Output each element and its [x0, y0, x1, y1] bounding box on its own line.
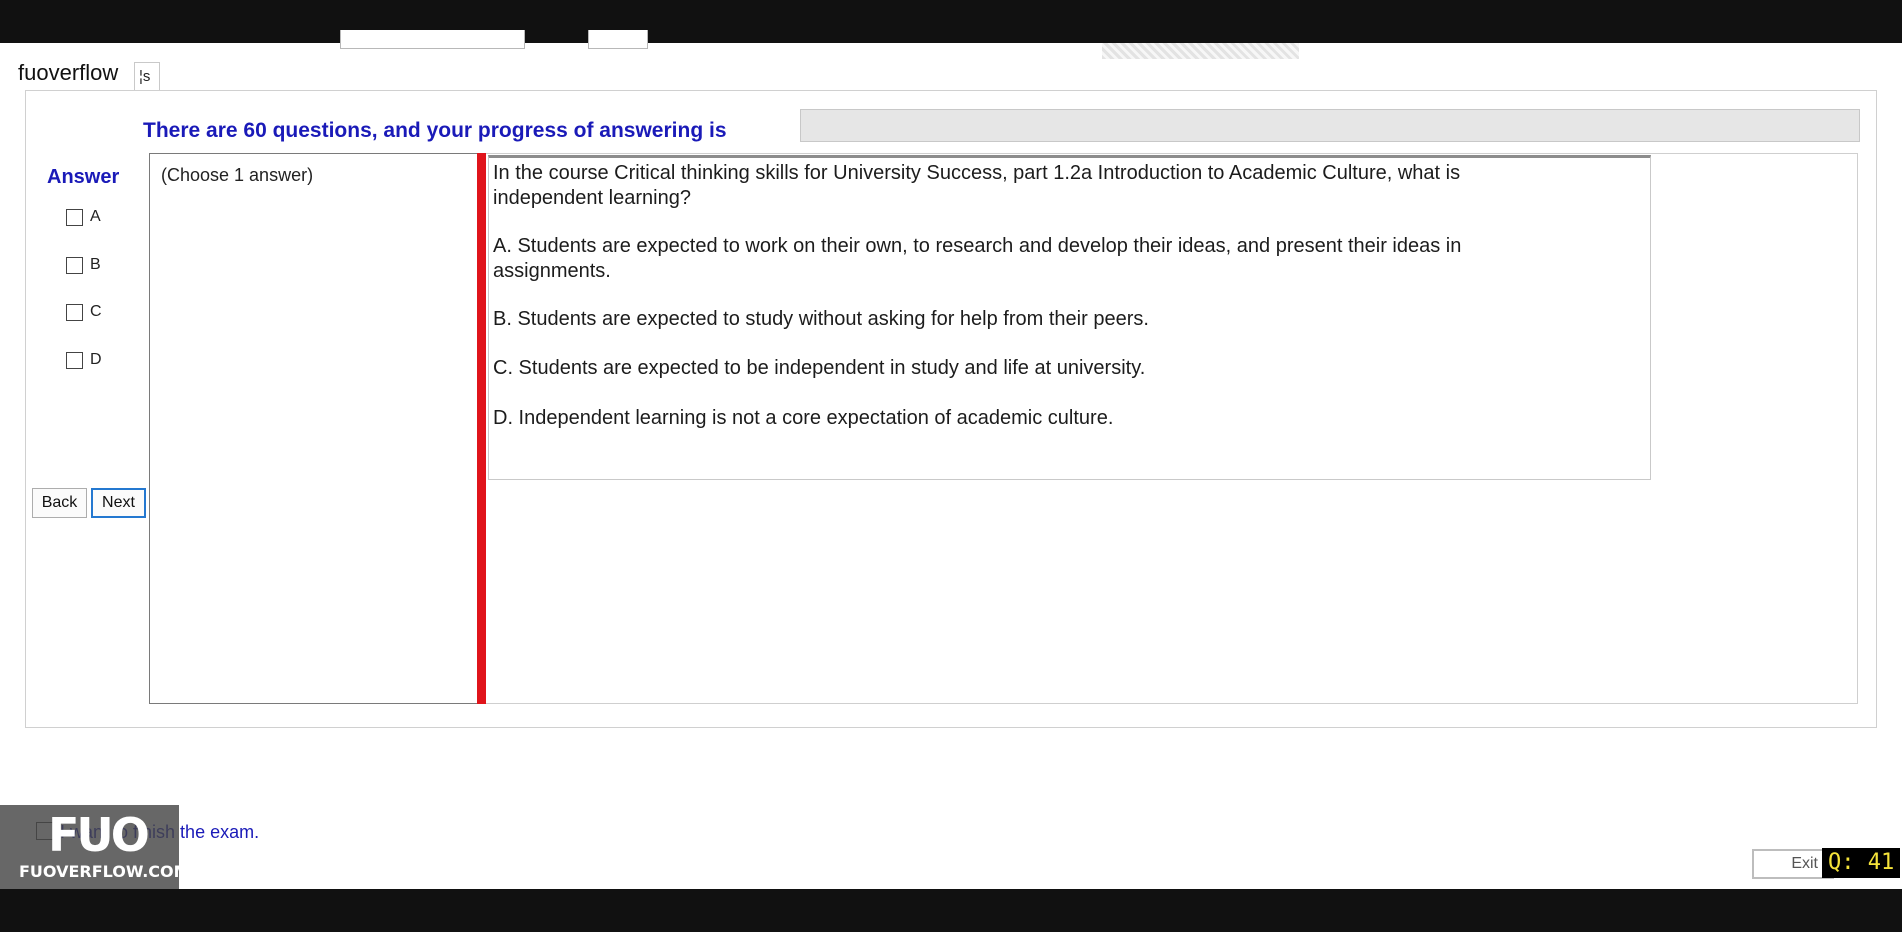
choice-d-text: D. Independent learning is not a core ex…: [493, 407, 1114, 429]
next-button[interactable]: Next: [91, 488, 146, 518]
back-button[interactable]: Back: [32, 488, 87, 518]
question-counter: Q: 41: [1822, 848, 1901, 878]
watermark-url: FUOVERFLOW.COM: [19, 862, 190, 881]
option-label-d: D: [90, 351, 102, 368]
progress-label: There are 60 questions, and your progres…: [143, 119, 727, 142]
choice-b-text: B. Students are expected to study withou…: [493, 308, 1149, 330]
bottom-black-bar: [0, 889, 1902, 932]
red-divider: [477, 153, 486, 704]
top-black-bar: [0, 0, 1902, 43]
watermark-mark: FUO: [48, 808, 150, 862]
question-text: In the course Critical thinking skills f…: [493, 162, 1461, 209]
option-label-c: C: [90, 303, 102, 320]
checkbox-a[interactable]: [66, 208, 83, 226]
tab-questions[interactable]: ¦s: [134, 62, 160, 90]
choose-hint: (Choose 1 answer): [161, 165, 314, 185]
answer-option-c[interactable]: C: [66, 303, 102, 321]
brand-label: fuoverflow: [18, 60, 119, 85]
answer-option-b[interactable]: B: [66, 256, 101, 274]
hidden-box: [588, 30, 648, 49]
choose-box: [149, 153, 479, 704]
option-label-a: A: [90, 208, 101, 225]
checkbox-c[interactable]: [66, 303, 83, 321]
progress-bar: [800, 109, 1860, 142]
choice-a-text: A. Students are expected to work on thei…: [493, 235, 1462, 282]
checkbox-b[interactable]: [66, 256, 83, 274]
answer-option-d[interactable]: D: [66, 351, 102, 369]
answer-option-a[interactable]: A: [66, 208, 101, 226]
hatched-strip: [1102, 43, 1299, 59]
option-label-b: B: [90, 256, 101, 273]
hidden-dropdown: [340, 30, 525, 49]
checkbox-d[interactable]: [66, 351, 83, 369]
choice-c-text: C. Students are expected to be independe…: [493, 357, 1146, 379]
answer-title: Answer: [47, 166, 120, 188]
